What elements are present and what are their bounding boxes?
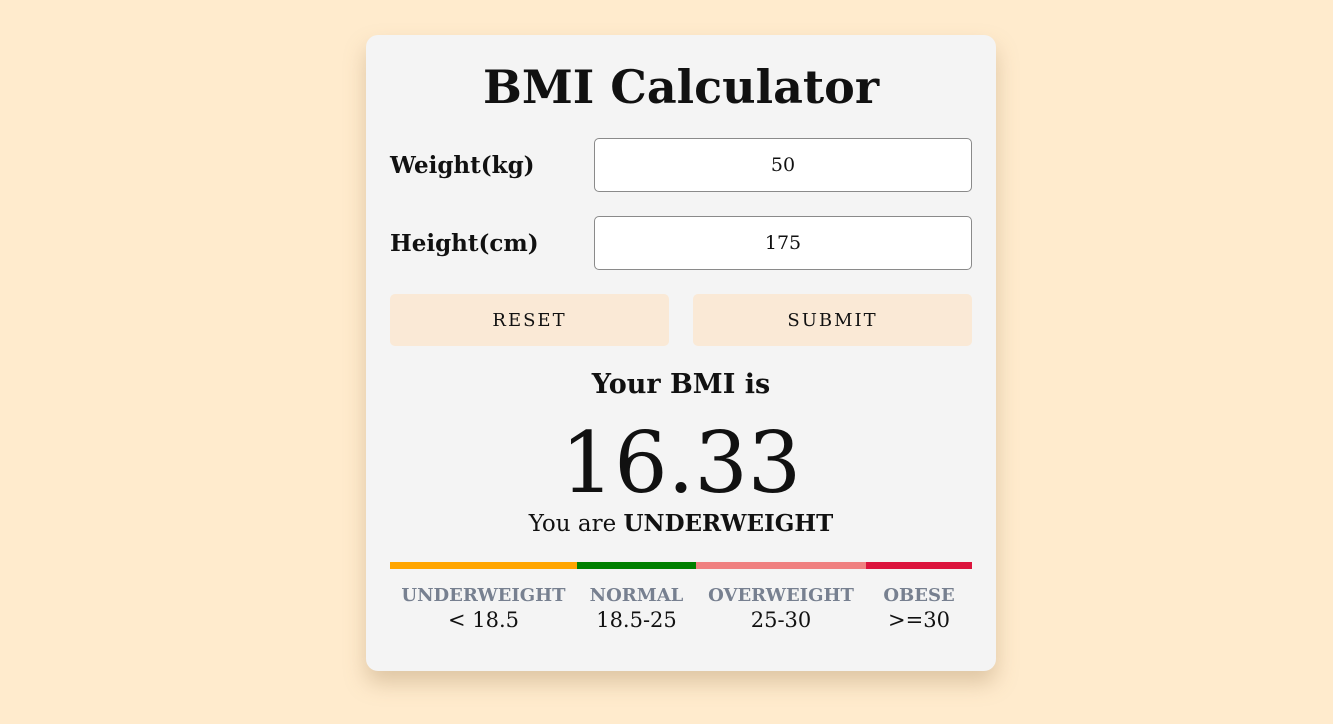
scale-segment-normal: [577, 562, 696, 569]
height-label: Height(cm): [390, 229, 539, 257]
scale-segment-overweight: [696, 562, 866, 569]
bmi-legend: UNDERWEIGHT < 18.5 NORMAL 18.5-25 OVERWE…: [390, 585, 972, 632]
bmi-status: You are UNDERWEIGHT: [366, 510, 996, 537]
legend-overweight: OVERWEIGHT 25-30: [696, 585, 866, 632]
result-heading: Your BMI is: [591, 369, 771, 400]
submit-button[interactable]: SUBMIT: [693, 294, 972, 346]
weight-row: Weight(kg): [390, 138, 972, 192]
scale-segment-underweight: [390, 562, 577, 569]
weight-label: Weight(kg): [390, 151, 535, 179]
legend-obese: OBESE >=30: [866, 585, 972, 632]
status-category: UNDERWEIGHT: [623, 510, 834, 537]
button-row: RESET SUBMIT: [390, 294, 972, 346]
legend-range: 25-30: [750, 608, 812, 632]
legend-normal: NORMAL 18.5-25: [577, 585, 696, 632]
legend-name: UNDERWEIGHT: [401, 585, 566, 606]
legend-name: OBESE: [883, 585, 955, 606]
legend-name: NORMAL: [589, 585, 684, 606]
reset-button[interactable]: RESET: [390, 294, 669, 346]
legend-name: OVERWEIGHT: [708, 585, 854, 606]
weight-input[interactable]: [594, 138, 972, 192]
height-row: Height(cm): [390, 216, 972, 270]
legend-underweight: UNDERWEIGHT < 18.5: [390, 585, 577, 632]
height-input[interactable]: [594, 216, 972, 270]
legend-range: >=30: [888, 608, 950, 632]
scale-segment-obese: [866, 562, 972, 569]
page-title: BMI Calculator: [482, 60, 880, 114]
bmi-value: 16.33: [560, 414, 802, 512]
bmi-scale-bar: [390, 562, 972, 569]
status-prefix: You are: [528, 511, 617, 537]
legend-range: < 18.5: [447, 608, 520, 632]
bmi-card: BMI Calculator Weight(kg) Height(cm) RES…: [366, 35, 996, 671]
legend-range: 18.5-25: [596, 608, 677, 632]
